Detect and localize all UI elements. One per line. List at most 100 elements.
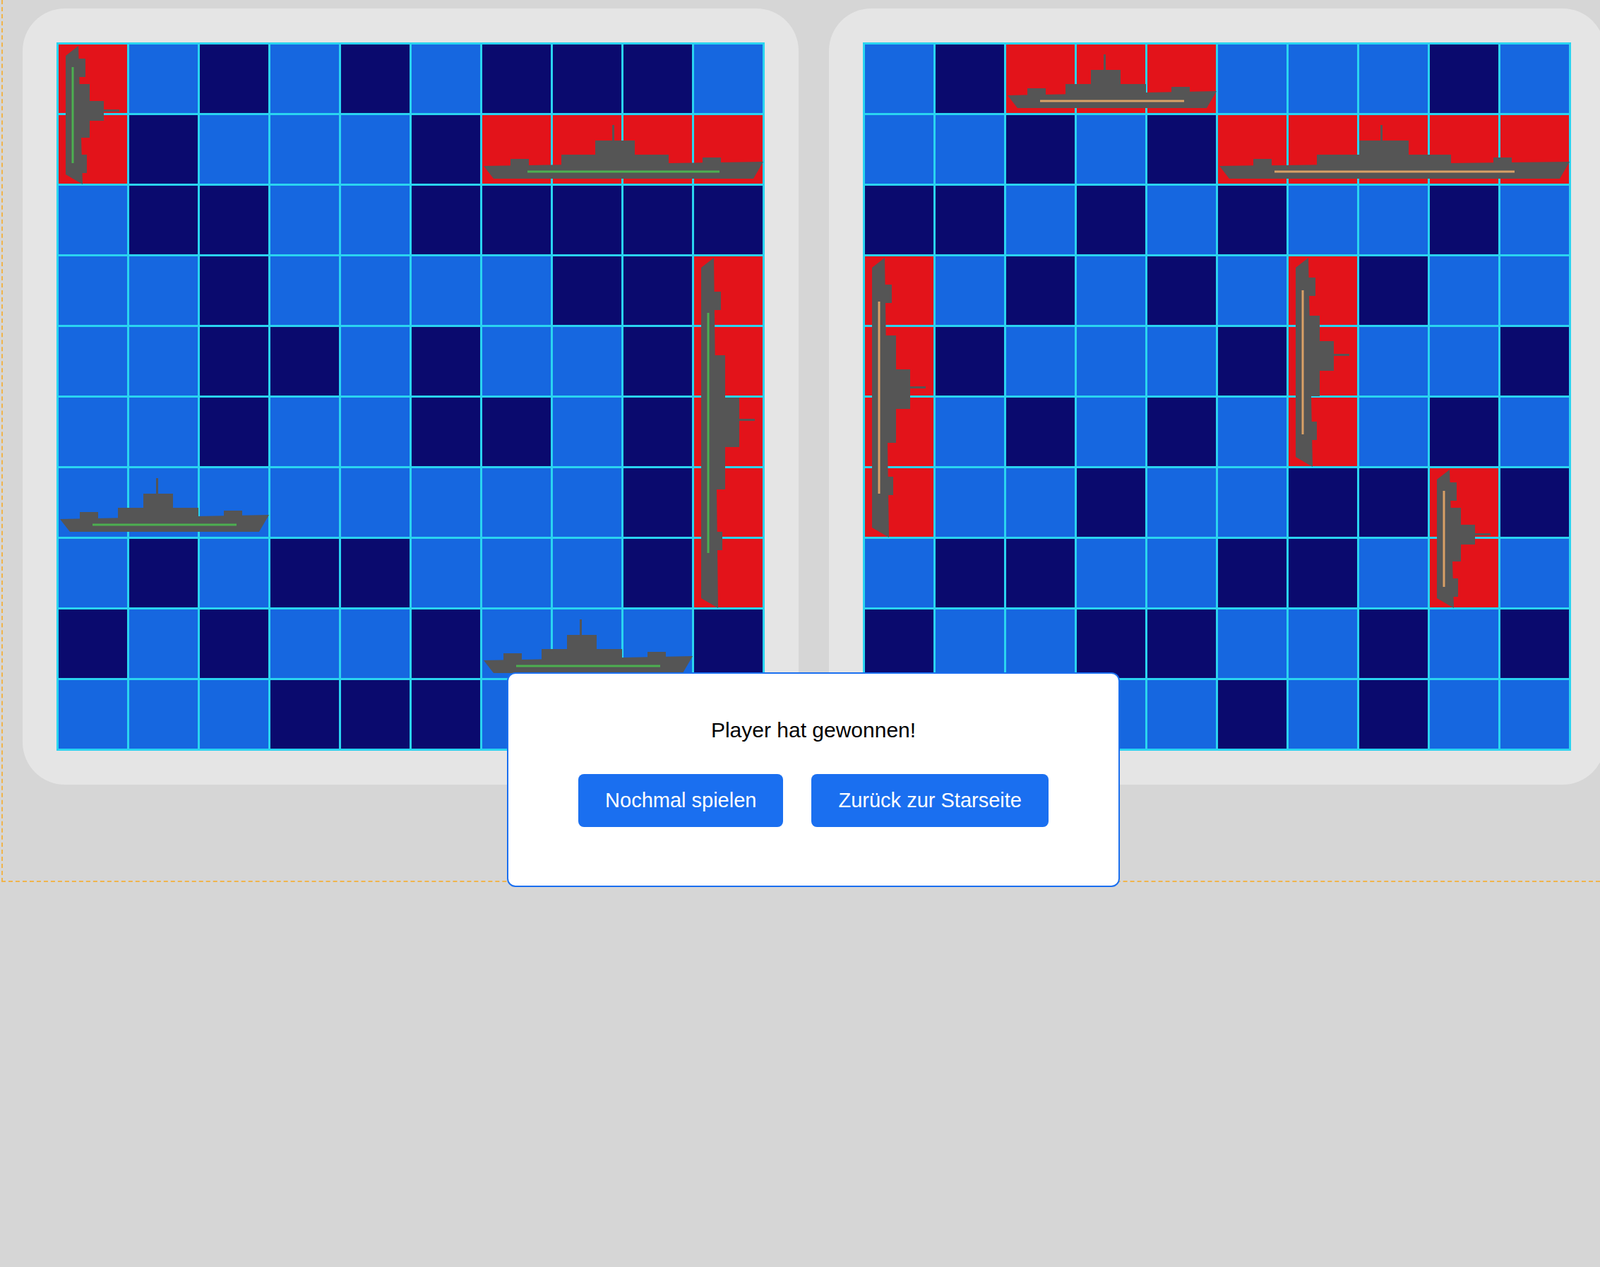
board-cell[interactable] xyxy=(411,44,481,113)
board-cell[interactable] xyxy=(1288,185,1358,255)
board-cell[interactable] xyxy=(864,185,934,255)
board-cell[interactable] xyxy=(270,256,339,325)
board-cell[interactable] xyxy=(935,185,1005,255)
board-cell[interactable] xyxy=(58,468,128,537)
board-cell[interactable] xyxy=(270,326,339,396)
board-cell[interactable] xyxy=(129,538,198,608)
board-cell[interactable] xyxy=(623,44,692,113)
board-cell[interactable] xyxy=(199,185,269,255)
board-cell[interactable] xyxy=(58,256,128,325)
board-cell[interactable] xyxy=(1076,609,1146,678)
board-cell[interactable] xyxy=(129,468,198,537)
board-cell[interactable] xyxy=(1218,468,1287,537)
board-cell[interactable] xyxy=(270,679,339,749)
board-cell[interactable] xyxy=(58,679,128,749)
board-cell[interactable] xyxy=(694,185,763,255)
board-cell[interactable] xyxy=(341,185,410,255)
board-cell[interactable] xyxy=(1006,397,1075,467)
board-cell[interactable] xyxy=(1076,185,1146,255)
board-cell[interactable] xyxy=(864,468,934,537)
board-cell[interactable] xyxy=(1218,609,1287,678)
board-cell[interactable] xyxy=(552,468,622,537)
board-cell[interactable] xyxy=(1288,326,1358,396)
board-cell[interactable] xyxy=(1500,185,1569,255)
board-cell[interactable] xyxy=(694,326,763,396)
board-cell[interactable] xyxy=(1359,397,1428,467)
board-cell[interactable] xyxy=(1288,468,1358,537)
board-cell[interactable] xyxy=(1429,679,1499,749)
board-cell[interactable] xyxy=(58,538,128,608)
board-cell[interactable] xyxy=(1218,679,1287,749)
board-cell[interactable] xyxy=(482,44,551,113)
dialog-button[interactable]: Nochmal spielen xyxy=(578,773,784,827)
board-cell[interactable] xyxy=(341,679,410,749)
board-cell[interactable] xyxy=(411,538,481,608)
board-cell[interactable] xyxy=(58,609,128,678)
board-cell[interactable] xyxy=(58,185,128,255)
board-cell[interactable] xyxy=(1218,256,1287,325)
board-cell[interactable] xyxy=(1429,468,1499,537)
board-cell[interactable] xyxy=(1006,609,1075,678)
board-cell[interactable] xyxy=(1500,609,1569,678)
board-cell[interactable] xyxy=(1288,538,1358,608)
board-cell[interactable] xyxy=(1006,44,1075,113)
board-cell[interactable] xyxy=(199,468,269,537)
board-cell[interactable] xyxy=(1429,326,1499,396)
board-cell[interactable] xyxy=(935,538,1005,608)
board-cell[interactable] xyxy=(341,115,410,184)
board-cell[interactable] xyxy=(694,115,763,184)
board-cell[interactable] xyxy=(1147,326,1216,396)
board-cell[interactable] xyxy=(1359,326,1428,396)
board-cell[interactable] xyxy=(694,44,763,113)
board-cell[interactable] xyxy=(1288,115,1358,184)
board-cell[interactable] xyxy=(694,538,763,608)
board-cell[interactable] xyxy=(935,115,1005,184)
board-cell[interactable] xyxy=(1359,609,1428,678)
board-cell[interactable] xyxy=(1288,44,1358,113)
board-cell[interactable] xyxy=(935,468,1005,537)
board-cell[interactable] xyxy=(1218,185,1287,255)
board-cell[interactable] xyxy=(1500,679,1569,749)
board-cell[interactable] xyxy=(1076,326,1146,396)
board-cell[interactable] xyxy=(623,468,692,537)
board-cell[interactable] xyxy=(623,256,692,325)
board-cell[interactable] xyxy=(129,326,198,396)
board-cell[interactable] xyxy=(552,256,622,325)
board-cell[interactable] xyxy=(1147,397,1216,467)
board-cell[interactable] xyxy=(1147,115,1216,184)
board-cell[interactable] xyxy=(199,44,269,113)
board-cell[interactable] xyxy=(864,44,934,113)
board-cell[interactable] xyxy=(1359,115,1428,184)
board-cell[interactable] xyxy=(270,468,339,537)
board-cell[interactable] xyxy=(411,115,481,184)
board-cell[interactable] xyxy=(1500,468,1569,537)
board-cell[interactable] xyxy=(199,538,269,608)
board-cell[interactable] xyxy=(411,397,481,467)
board-cell[interactable] xyxy=(341,538,410,608)
board-cell[interactable] xyxy=(1288,256,1358,325)
board-cell[interactable] xyxy=(1006,115,1075,184)
board-cell[interactable] xyxy=(129,679,198,749)
board-cell[interactable] xyxy=(1147,538,1216,608)
board-cell[interactable] xyxy=(411,679,481,749)
board-cell[interactable] xyxy=(1147,468,1216,537)
board-cell[interactable] xyxy=(270,397,339,467)
board-cell[interactable] xyxy=(411,185,481,255)
board-cell[interactable] xyxy=(199,397,269,467)
board-cell[interactable] xyxy=(482,609,551,678)
board-cell[interactable] xyxy=(1288,397,1358,467)
board-cell[interactable] xyxy=(1218,44,1287,113)
board-cell[interactable] xyxy=(482,185,551,255)
board-cell[interactable] xyxy=(1006,538,1075,608)
board-cell[interactable] xyxy=(552,44,622,113)
board-cell[interactable] xyxy=(864,115,934,184)
board-cell[interactable] xyxy=(58,397,128,467)
board-cell[interactable] xyxy=(694,468,763,537)
board-cell[interactable] xyxy=(199,609,269,678)
board-cell[interactable] xyxy=(1359,185,1428,255)
board-cell[interactable] xyxy=(482,397,551,467)
board-cell[interactable] xyxy=(1429,115,1499,184)
board-cell[interactable] xyxy=(58,44,128,113)
board-cell[interactable] xyxy=(1076,538,1146,608)
board-cell[interactable] xyxy=(623,397,692,467)
